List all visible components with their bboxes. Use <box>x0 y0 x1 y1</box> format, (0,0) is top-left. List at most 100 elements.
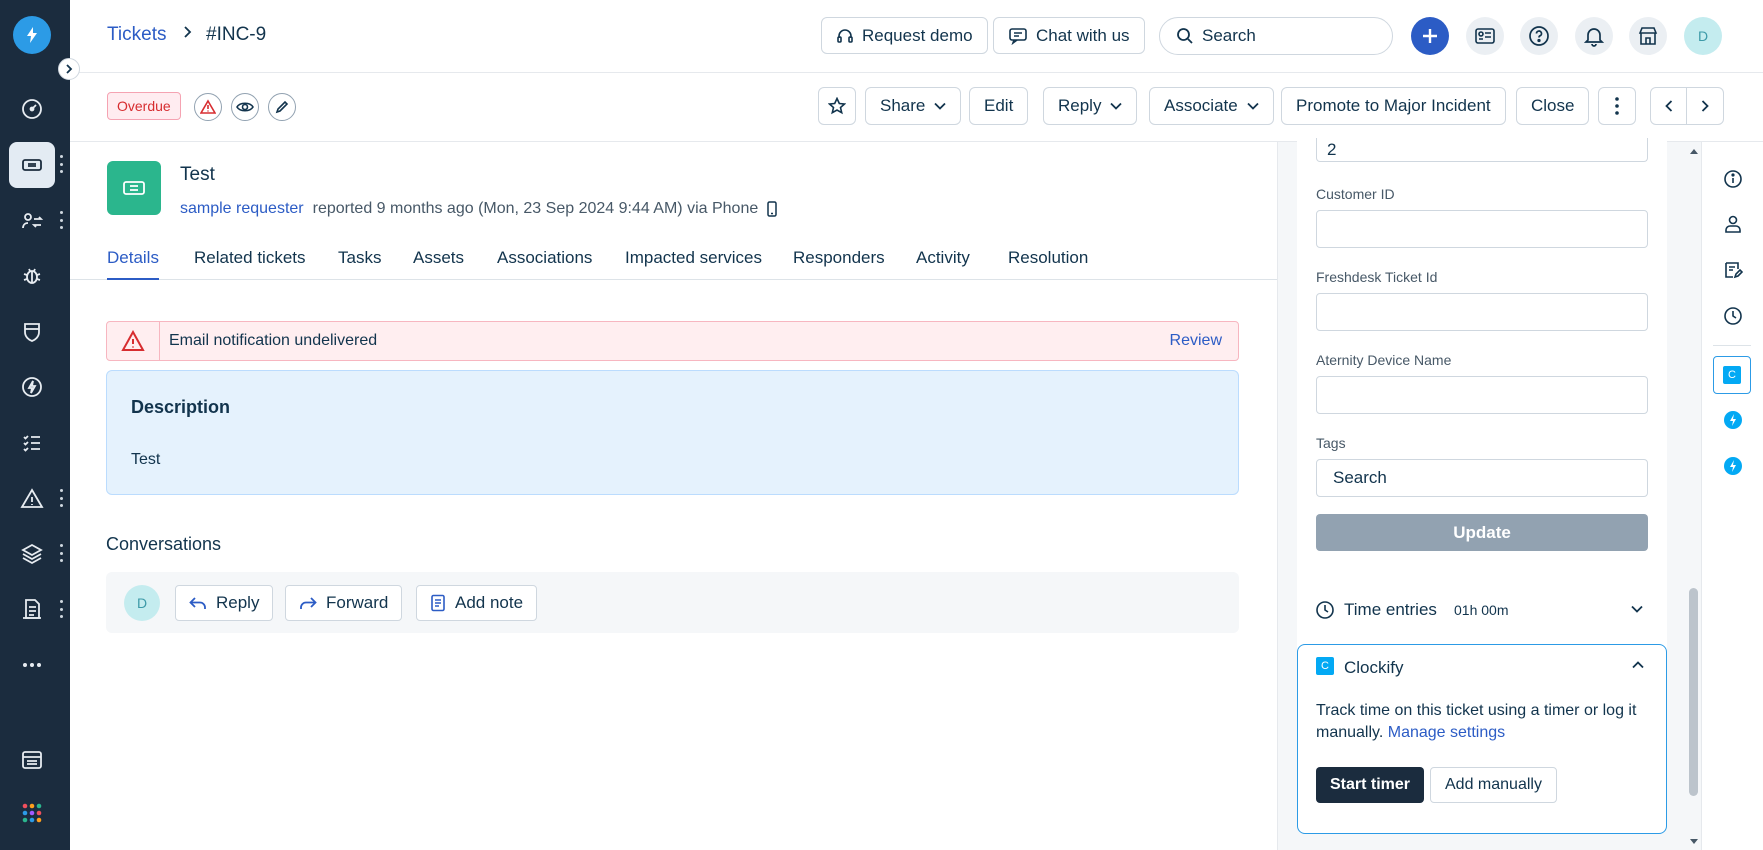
global-search-input[interactable]: Search <box>1159 17 1393 55</box>
tab-tasks[interactable]: Tasks <box>338 248 381 280</box>
clockify-card: C Clockify Track time on this ticket usi… <box>1297 644 1667 834</box>
edit-pencil-icon[interactable] <box>268 93 296 121</box>
search-placeholder: Search <box>1202 26 1256 45</box>
favorite-star-button[interactable] <box>818 87 856 125</box>
promote-label: Promote to Major Incident <box>1296 96 1491 115</box>
new-item-plus-button[interactable] <box>1411 17 1449 55</box>
scroll-up-icon[interactable] <box>1689 148 1699 155</box>
reports-document-icon[interactable] <box>9 586 55 632</box>
alerts-warning-icon[interactable] <box>9 476 55 522</box>
more-ellipsis-icon[interactable] <box>9 642 55 688</box>
chat-with-us-label: Chat with us <box>1036 25 1130 45</box>
notes-edit-icon[interactable] <box>1722 259 1744 281</box>
chat-with-us-button[interactable]: Chat with us <box>993 17 1145 54</box>
tab-associations[interactable]: Associations <box>497 248 592 280</box>
dashboard-icon[interactable] <box>9 86 55 132</box>
changes-icon[interactable] <box>9 198 55 244</box>
automations-bolt-icon[interactable] <box>9 364 55 410</box>
tags-label: Tags <box>1316 435 1346 451</box>
associate-dropdown-button[interactable]: Associate <box>1149 87 1274 125</box>
tickets-icon[interactable] <box>9 142 55 188</box>
priority-warning-icon[interactable] <box>194 93 222 121</box>
reports-more-icon[interactable] <box>58 600 64 618</box>
previous-ticket-button[interactable] <box>1651 88 1688 124</box>
tab-resolution[interactable]: Resolution <box>1008 248 1088 280</box>
chevron-left-icon <box>1664 100 1672 112</box>
freshworks-app-icon-2[interactable] <box>1722 455 1744 477</box>
marketplace-button[interactable] <box>1629 17 1667 55</box>
alerts-more-icon[interactable] <box>58 489 64 507</box>
start-timer-button[interactable]: Start timer <box>1316 767 1425 803</box>
watch-eye-icon[interactable] <box>231 93 259 121</box>
promote-major-incident-button[interactable]: Promote to Major Incident <box>1281 87 1506 125</box>
request-demo-button[interactable]: Request demo <box>821 17 988 54</box>
expand-nav-chevron-icon[interactable] <box>58 58 80 80</box>
clockify-app-button[interactable]: C <box>1713 356 1751 394</box>
requester-person-icon[interactable] <box>1722 213 1744 235</box>
scroll-down-icon[interactable] <box>1689 838 1699 845</box>
tags-search-input[interactable]: Search <box>1316 459 1648 497</box>
panel-scrollbar-thumb[interactable] <box>1689 588 1698 796</box>
strip-divider <box>1713 345 1751 346</box>
problems-bug-icon[interactable] <box>9 253 55 299</box>
assistant-card-button[interactable] <box>1466 17 1504 55</box>
changes-more-icon[interactable] <box>58 211 64 229</box>
properties-panel: 2 Customer ID Freshdesk Ticket Id Aterni… <box>1277 138 1701 850</box>
customer-id-input[interactable] <box>1316 210 1648 248</box>
conversation-reply-button[interactable]: Reply <box>175 585 274 621</box>
email-undelivered-alert: Email notification undelivered Review <box>106 321 1239 361</box>
apps-grid-icon[interactable] <box>9 790 55 836</box>
top-field-input[interactable]: 2 <box>1316 138 1648 162</box>
add-note-label: Add note <box>455 593 524 612</box>
tab-details[interactable]: Details <box>107 248 159 280</box>
overdue-badge: Overdue <box>107 92 181 120</box>
alert-review-link[interactable]: Review <box>1170 332 1222 350</box>
close-ticket-button[interactable]: Close <box>1516 87 1590 125</box>
edit-button[interactable]: Edit <box>969 87 1029 125</box>
chevron-up-icon[interactable] <box>1632 661 1644 669</box>
update-button[interactable]: Update <box>1316 514 1648 551</box>
share-dropdown-button[interactable]: Share <box>865 87 962 125</box>
prev-next-navigation <box>1650 87 1724 125</box>
clockify-logo-icon: C <box>1316 657 1334 675</box>
tab-related-tickets[interactable]: Related tickets <box>194 248 306 280</box>
tab-responders[interactable]: Responders <box>793 248 885 280</box>
add-note-button[interactable]: Add note <box>416 585 538 621</box>
info-icon[interactable] <box>1722 168 1744 190</box>
conversation-forward-button[interactable]: Forward <box>285 585 403 621</box>
tasks-list-icon[interactable] <box>9 420 55 466</box>
chevron-down-icon[interactable] <box>1631 605 1643 613</box>
admin-panel-icon[interactable] <box>9 737 55 783</box>
releases-shield-icon[interactable] <box>9 309 55 355</box>
reply-arrow-icon <box>189 597 206 609</box>
freshdesk-ticket-id-input[interactable] <box>1316 293 1648 331</box>
ticket-action-bar: Overdue Share Edit Reply Associate Promo… <box>70 73 1763 142</box>
time-entries-card[interactable]: Time entries 01h 00m <box>1297 584 1667 634</box>
clockify-app-icon: C <box>1723 366 1741 384</box>
breadcrumb-tickets-link[interactable]: Tickets <box>107 24 166 46</box>
assets-more-icon[interactable] <box>58 544 64 562</box>
tab-impacted-services[interactable]: Impacted services <box>625 248 762 280</box>
plus-icon <box>1423 29 1437 43</box>
freshdesk-ticket-id-label: Freshdesk Ticket Id <box>1316 269 1438 285</box>
search-icon <box>1177 28 1193 44</box>
app-logo-icon[interactable] <box>13 16 51 54</box>
conversations-heading: Conversations <box>106 534 222 554</box>
freshworks-app-icon[interactable] <box>1722 409 1744 431</box>
requester-link[interactable]: sample requester <box>180 200 304 218</box>
user-avatar[interactable]: D <box>1684 17 1722 55</box>
more-actions-button[interactable] <box>1598 87 1636 125</box>
timeline-clock-icon[interactable] <box>1722 305 1744 327</box>
tickets-more-icon[interactable] <box>58 155 64 173</box>
notifications-button[interactable] <box>1575 17 1613 55</box>
tab-assets[interactable]: Assets <box>413 248 464 280</box>
next-ticket-button[interactable] <box>1687 88 1723 124</box>
reply-dropdown-button[interactable]: Reply <box>1043 87 1138 125</box>
manage-settings-link[interactable]: Manage settings <box>1388 724 1505 741</box>
help-button[interactable] <box>1520 17 1558 55</box>
aternity-device-name-input[interactable] <box>1316 376 1648 414</box>
left-nav-rail <box>0 0 70 850</box>
tab-activity[interactable]: Activity <box>916 248 970 280</box>
add-manually-button[interactable]: Add manually <box>1430 767 1557 803</box>
assets-layers-icon[interactable] <box>9 531 55 577</box>
